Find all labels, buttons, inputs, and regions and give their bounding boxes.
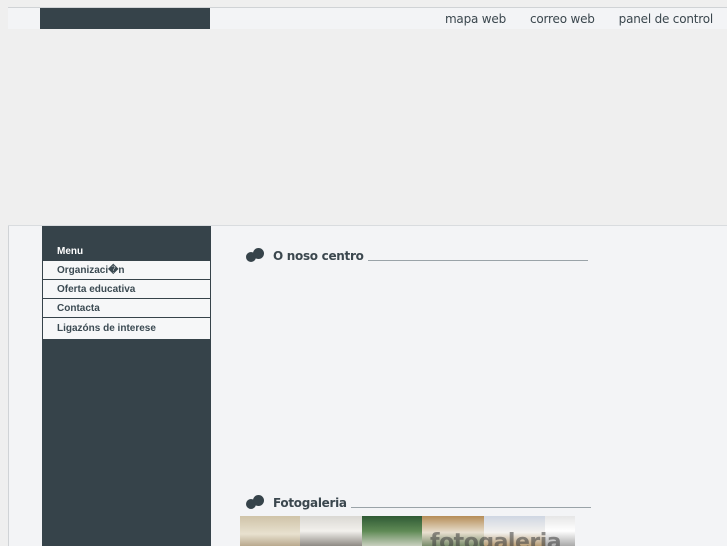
bubble-icon xyxy=(246,495,266,511)
gallery-overlay-text: fotogaleria xyxy=(430,530,562,546)
gallery-photo[interactable] xyxy=(300,516,362,546)
about-section-header: O noso centro xyxy=(246,248,588,264)
left-border xyxy=(8,226,9,546)
nav-link-sitemap[interactable]: mapa web xyxy=(445,12,506,26)
menu-item-contacta[interactable]: Contacta xyxy=(43,299,210,318)
menu-list: Organizaci�n Oferta educativa Contacta L… xyxy=(43,261,210,340)
top-navigation: mapa web correo web panel de control xyxy=(445,12,713,26)
menu-title: Menu xyxy=(57,246,84,257)
gallery-section-header: Fotogaleria xyxy=(246,495,591,511)
bubble-icon xyxy=(246,248,266,264)
photo-gallery-strip[interactable]: fotogaleria xyxy=(240,516,575,546)
banner-area xyxy=(8,29,727,225)
gallery-photo[interactable] xyxy=(362,516,422,546)
menu-item-oferta-educativa[interactable]: Oferta educativa xyxy=(43,280,210,299)
gallery-title[interactable]: Fotogaleria xyxy=(273,496,347,510)
nav-link-webmail[interactable]: correo web xyxy=(530,12,595,26)
menu-item-organizacion[interactable]: Organizaci�n xyxy=(43,261,210,280)
nav-link-control-panel[interactable]: panel de control xyxy=(619,12,714,26)
section-divider xyxy=(367,260,588,261)
sidebar: Menu Organizaci�n Oferta educativa Conta… xyxy=(42,226,211,546)
menu-item-ligazons[interactable]: Ligazóns de interese xyxy=(43,318,210,340)
about-title: O noso centro xyxy=(273,249,364,263)
top-bar: mapa web correo web panel de control xyxy=(8,7,727,30)
gallery-photo[interactable] xyxy=(240,516,300,546)
main-area: Menu Organizaci�n Oferta educativa Conta… xyxy=(8,225,727,546)
logo-area xyxy=(40,8,210,30)
section-divider xyxy=(350,507,591,508)
